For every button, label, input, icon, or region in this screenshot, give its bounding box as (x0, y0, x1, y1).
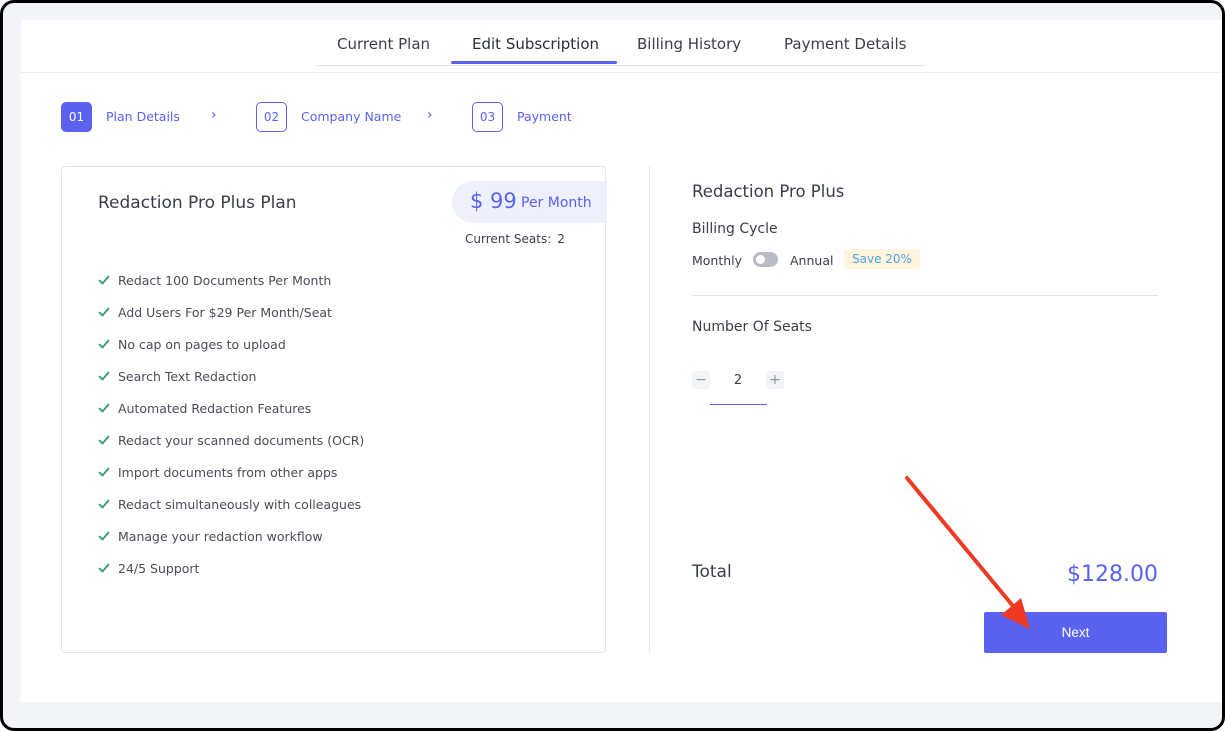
header-divider (21, 72, 1222, 73)
tab-edit-subscription[interactable]: Edit Subscription (472, 35, 599, 53)
plan-period: Per Month (521, 195, 592, 211)
feature-text: Redact simultaneously with colleagues (118, 496, 362, 512)
feature-item: Add Users For $29 Per Month/Seat (98, 296, 364, 328)
step-2-label[interactable]: Company Name (301, 109, 401, 124)
feature-text: Redact your scanned documents (OCR) (118, 432, 365, 448)
feature-item: Redact your scanned documents (OCR) (98, 424, 364, 456)
billing-cycle-toggle[interactable] (753, 252, 778, 267)
check-icon (98, 563, 110, 573)
feature-item: No cap on pages to upload (98, 328, 364, 360)
step-3-number[interactable]: 03 (472, 102, 503, 132)
check-icon (98, 371, 110, 381)
check-icon (98, 467, 110, 477)
tab-current-plan[interactable]: Current Plan (337, 35, 430, 53)
chevron-right-icon: › (427, 107, 433, 123)
feature-list: Redact 100 Documents Per Month Add Users … (98, 264, 364, 584)
next-button[interactable]: Next (984, 612, 1167, 653)
current-seats: Current Seats: 2 (465, 232, 565, 246)
tab-billing-history[interactable]: Billing History (637, 35, 741, 53)
check-icon (98, 499, 110, 509)
plan-title: Redaction Pro Plus Plan (98, 193, 297, 213)
tab-payment-details[interactable]: Payment Details (784, 35, 906, 53)
plan-price: $ 99 (470, 189, 517, 213)
current-seats-value: 2 (557, 232, 565, 246)
feature-item: Redact 100 Documents Per Month (98, 264, 364, 296)
seats-label: Number Of Seats (692, 319, 812, 335)
save-badge: Save 20% (844, 249, 920, 269)
check-icon (98, 307, 110, 317)
seats-input[interactable]: 2 (709, 373, 767, 388)
feature-text: 24/5 Support (118, 560, 200, 576)
total-label: Total (692, 562, 732, 582)
browser-frame: Current Plan Edit Subscription Billing H… (0, 0, 1225, 731)
plan-card: Redaction Pro Plus Plan $ 99 Per Month C… (61, 166, 607, 653)
feature-text: Automated Redaction Features (118, 400, 312, 416)
feature-item: Search Text Redaction (98, 360, 364, 392)
feature-text: Import documents from other apps (118, 464, 338, 480)
check-icon (98, 275, 110, 285)
step-2-number[interactable]: 02 (256, 102, 287, 132)
annual-option-label: Annual (790, 253, 834, 268)
toggle-knob (756, 255, 765, 264)
check-icon (98, 435, 110, 445)
feature-text: Manage your redaction workflow (118, 528, 323, 544)
active-tab-indicator (451, 61, 617, 64)
feature-text: Search Text Redaction (118, 368, 257, 384)
total-amount: $128.00 (1067, 562, 1158, 587)
feature-text: Add Users For $29 Per Month/Seat (118, 304, 332, 320)
feature-text: Redact 100 Documents Per Month (118, 272, 332, 288)
feature-text: No cap on pages to upload (118, 336, 286, 352)
feature-item: 24/5 Support (98, 552, 364, 584)
increment-seats-button[interactable]: + (766, 371, 784, 389)
current-seats-label: Current Seats: (465, 232, 552, 246)
check-icon (98, 403, 110, 413)
tab-bar: Current Plan Edit Subscription Billing H… (316, 20, 925, 66)
step-3-label[interactable]: Payment (517, 109, 572, 124)
column-divider (649, 166, 650, 653)
monthly-option-label: Monthly (692, 253, 743, 268)
step-1-label[interactable]: Plan Details (106, 109, 180, 124)
step-1-number[interactable]: 01 (61, 102, 92, 132)
check-icon (98, 339, 110, 349)
section-divider (692, 295, 1158, 296)
seats-input-underline (710, 404, 767, 405)
feature-item: Redact simultaneously with colleagues (98, 488, 364, 520)
decrement-seats-button[interactable]: − (692, 371, 710, 389)
subscription-panel: Current Plan Edit Subscription Billing H… (21, 20, 1222, 702)
feature-item: Manage your redaction workflow (98, 520, 364, 552)
feature-item: Import documents from other apps (98, 456, 364, 488)
billing-cycle-label: Billing Cycle (692, 221, 778, 237)
summary-title: Redaction Pro Plus (692, 182, 845, 201)
feature-item: Automated Redaction Features (98, 392, 364, 424)
check-icon (98, 531, 110, 541)
price-pill: $ 99 Per Month (452, 181, 607, 223)
chevron-right-icon: › (211, 107, 217, 123)
